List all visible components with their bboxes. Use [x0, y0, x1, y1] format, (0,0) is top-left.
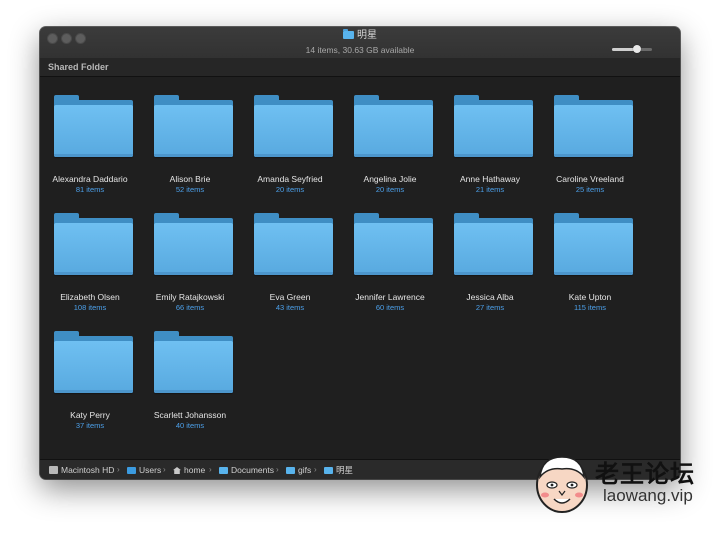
folder-count: 37 items	[75, 421, 105, 430]
folder-icon[interactable]	[54, 331, 133, 393]
folder-icon	[343, 29, 354, 39]
folder-icon[interactable]	[154, 331, 233, 393]
folder-name[interactable]: Caroline Vreeland	[530, 174, 650, 184]
path-item-current[interactable]: 明星	[324, 465, 353, 475]
folder-count: 20 items	[375, 185, 405, 194]
folder-item[interactable]: Amanda Seyfried 20 items	[240, 77, 340, 194]
folder-count: 20 items	[275, 185, 305, 194]
folder-icon[interactable]	[554, 213, 633, 275]
folder-count: 115 items	[574, 303, 606, 312]
folder-count: 52 items	[175, 185, 205, 194]
path-item-label: Users	[139, 465, 162, 475]
watermark: 老王论坛 laowang.vip	[527, 446, 717, 522]
disk-icon	[49, 466, 58, 474]
path-item-label: gifs	[298, 465, 312, 475]
chevron-right-icon: ›	[314, 465, 317, 474]
folder-icon[interactable]	[554, 95, 633, 157]
folder-icon[interactable]	[454, 95, 533, 157]
chevron-right-icon: ›	[163, 465, 166, 474]
folder-icon	[324, 467, 333, 474]
status-text: 14 items, 30.63 GB available	[305, 45, 415, 55]
path-item-documents[interactable]: Documents	[219, 465, 274, 475]
folder-name[interactable]: Scarlett Johansson	[130, 410, 250, 420]
path-item-home[interactable]: home	[173, 465, 205, 475]
finder-window: 明星 14 items, 30.63 GB available Shared F…	[40, 27, 680, 479]
folder-item[interactable]: Katy Perry 37 items	[40, 313, 140, 430]
folder-grid: Alexandra Daddario 81 items Alison Brie …	[40, 77, 680, 459]
section-header-label: Shared Folder	[48, 62, 109, 72]
folder-item[interactable]: Emily Ratajkowski 66 items	[140, 195, 240, 312]
users-folder-icon	[127, 467, 136, 474]
watermark-title: 老王论坛	[595, 460, 695, 488]
folder-count: 60 items	[375, 303, 405, 312]
slider-knob[interactable]	[632, 45, 641, 53]
folder-item[interactable]: Eva Green 43 items	[240, 195, 340, 312]
folder-item[interactable]: Jennifer Lawrence 60 items	[340, 195, 440, 312]
title-bar: 明星 14 items, 30.63 GB available	[40, 27, 680, 59]
folder-item[interactable]: Jessica Alba 27 items	[440, 195, 540, 312]
folder-count: 21 items	[475, 185, 505, 194]
folder-item[interactable]: Angelina Jolie 20 items	[340, 77, 440, 194]
path-item-macintosh-hd[interactable]: Macintosh HD	[49, 465, 114, 475]
folder-icon[interactable]	[154, 213, 233, 275]
folder-item[interactable]: Elizabeth Olsen 108 items	[40, 195, 140, 312]
folder-icon[interactable]	[354, 213, 433, 275]
chevron-right-icon: ›	[117, 465, 120, 474]
folder-icon[interactable]	[54, 213, 133, 275]
chevron-right-icon: ›	[209, 465, 212, 474]
folder-icon[interactable]	[254, 213, 333, 275]
folder-count: 66 items	[175, 303, 205, 312]
folder-count: 43 items	[275, 303, 305, 312]
folder-icon	[286, 467, 295, 474]
folder-count: 40 items	[175, 421, 205, 430]
folder-item[interactable]: Anne Hathaway 21 items	[440, 77, 540, 194]
path-item-label: Documents	[231, 465, 274, 475]
folder-icon[interactable]	[254, 95, 333, 157]
cartoon-face-logo	[536, 456, 588, 513]
folder-item[interactable]: Kate Upton 115 items	[540, 195, 640, 312]
folder-name[interactable]: Kate Upton	[530, 292, 650, 302]
folder-count: 108 items	[73, 303, 107, 312]
path-item-label: home	[184, 465, 206, 475]
path-item-label: Macintosh HD	[61, 465, 115, 475]
folder-icon[interactable]	[454, 213, 533, 275]
folder-count: 27 items	[475, 303, 505, 312]
folder-icon	[219, 467, 228, 474]
watermark-url: laowang.vip	[603, 486, 693, 505]
folder-icon[interactable]	[354, 95, 433, 157]
path-item-label: 明星	[336, 465, 354, 475]
folder-count: 25 items	[575, 185, 605, 194]
folder-icon[interactable]	[54, 95, 133, 157]
path-item-gifs[interactable]: gifs	[286, 465, 311, 475]
path-item-users[interactable]: Users	[127, 465, 161, 475]
folder-item[interactable]: Alison Brie 52 items	[140, 77, 240, 194]
folder-count: 81 items	[75, 185, 105, 194]
folder-icon[interactable]	[154, 95, 233, 157]
folder-item[interactable]: Scarlett Johansson 40 items	[140, 313, 240, 430]
section-header: Shared Folder	[40, 58, 680, 77]
home-icon	[173, 467, 181, 474]
chevron-right-icon: ›	[276, 465, 279, 474]
window-title-area: 明星	[40, 29, 680, 42]
window-title: 明星	[357, 30, 377, 41]
icon-size-slider[interactable]	[612, 45, 652, 53]
folder-item[interactable]: Caroline Vreeland 25 items	[540, 77, 640, 194]
folder-item[interactable]: Alexandra Daddario 81 items	[40, 77, 140, 194]
